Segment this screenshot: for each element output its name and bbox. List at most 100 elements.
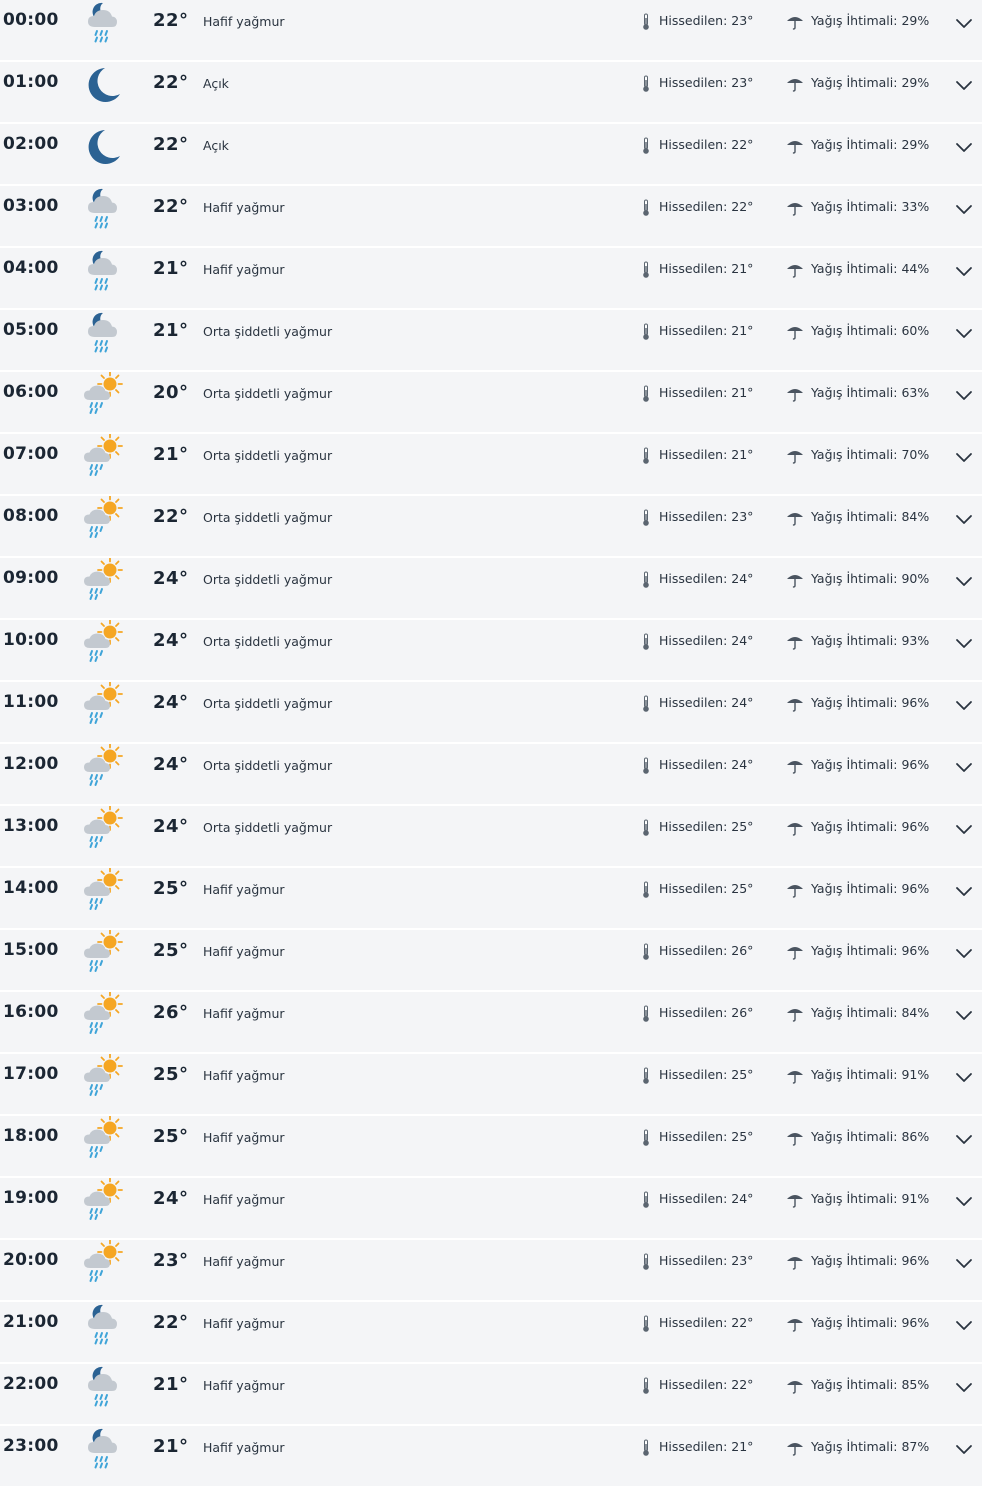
hourly-row-2200[interactable]: 22:00 21° Hafif yağmur Hissedilen: 22° Y… — [0, 1364, 982, 1424]
chevron-down-icon[interactable] — [955, 821, 973, 834]
chevron-down-icon[interactable] — [955, 1069, 973, 1082]
chevron-down-icon[interactable] — [955, 15, 973, 28]
hourly-row-1300[interactable]: 13:00 24° Orta şiddetli yağmur Hissedile… — [0, 806, 982, 866]
day-rain-icon — [79, 434, 129, 480]
chevron-down-icon[interactable] — [955, 263, 973, 276]
hourly-row-0300[interactable]: 03:00 22° Hafif yağmur Hissedilen: 22° Y… — [0, 186, 982, 246]
rain-chance: Yağış İhtimali: 29% — [811, 137, 929, 152]
rain-chance-value: 44% — [901, 261, 930, 276]
chevron-down-icon[interactable] — [955, 387, 973, 400]
chevron-down-icon[interactable] — [955, 1007, 973, 1020]
chevron-down-icon[interactable] — [955, 139, 973, 152]
chevron-down-icon[interactable] — [955, 883, 973, 896]
rain-chance: Yağış İhtimali: 96% — [811, 757, 929, 772]
umbrella-icon — [786, 1440, 804, 1456]
feels-like: Hissedilen: 25° — [659, 1129, 753, 1144]
feels-like-value: 24° — [731, 1191, 754, 1206]
feels-like-label: Hissedilen: — [659, 1315, 728, 1330]
feels-like-label: Hissedilen: — [659, 1067, 728, 1082]
hour-condition: Orta şiddetli yağmur — [203, 386, 333, 401]
umbrella-icon — [786, 386, 804, 402]
hourly-row-0200[interactable]: 02:00 22° Açık Hissedilen: 22° Yağış İht… — [0, 124, 982, 184]
hourly-row-0700[interactable]: 07:00 21° Orta şiddetli yağmur Hissedile… — [0, 434, 982, 494]
thermometer-icon — [642, 199, 650, 217]
hourly-row-2300[interactable]: 23:00 21° Hafif yağmur Hissedilen: 21° Y… — [0, 1426, 982, 1486]
hour-temperature: 22° — [153, 72, 189, 93]
hourly-row-0500[interactable]: 05:00 21° Orta şiddetli yağmur Hissedile… — [0, 310, 982, 370]
rain-chance-label: Yağış İhtimali: — [811, 881, 898, 896]
chevron-down-icon[interactable] — [955, 511, 973, 524]
hourly-row-0100[interactable]: 01:00 22° Açık Hissedilen: 23° Yağış İht… — [0, 62, 982, 122]
chevron-down-icon[interactable] — [955, 759, 973, 772]
night-rain-icon — [79, 1302, 129, 1348]
feels-like-value: 24° — [731, 571, 754, 586]
hourly-row-0000[interactable]: 00:00 22° Hafif yağmur Hissedilen: 23° Y… — [0, 0, 982, 60]
chevron-down-icon[interactable] — [955, 201, 973, 214]
umbrella-icon — [786, 262, 804, 278]
feels-like: Hissedilen: 24° — [659, 695, 753, 710]
feels-like-value: 24° — [731, 633, 754, 648]
hourly-row-0800[interactable]: 08:00 22° Orta şiddetli yağmur Hissedile… — [0, 496, 982, 556]
day-rain-icon — [79, 930, 129, 976]
rain-chance-value: 96% — [901, 757, 930, 772]
hour-condition: Orta şiddetli yağmur — [203, 696, 333, 711]
hourly-row-1100[interactable]: 11:00 24° Orta şiddetli yağmur Hissedile… — [0, 682, 982, 742]
feels-like-label: Hissedilen: — [659, 447, 728, 462]
chevron-down-icon[interactable] — [955, 945, 973, 958]
hour-time: 00:00 — [3, 10, 59, 30]
rain-chance-value: 90% — [901, 571, 930, 586]
chevron-down-icon[interactable] — [955, 697, 973, 710]
rain-chance-label: Yağış İhtimali: — [811, 13, 898, 28]
hourly-row-0400[interactable]: 04:00 21° Hafif yağmur Hissedilen: 21° Y… — [0, 248, 982, 308]
hour-temperature: 25° — [153, 1064, 189, 1085]
hour-temperature: 22° — [153, 1312, 189, 1333]
chevron-down-icon[interactable] — [955, 1131, 973, 1144]
hourly-row-1700[interactable]: 17:00 25° Hafif yağmur Hissedilen: 25° Y… — [0, 1054, 982, 1114]
chevron-down-icon[interactable] — [955, 1317, 973, 1330]
rain-chance-value: 91% — [901, 1191, 930, 1206]
hour-temperature: 22° — [153, 134, 189, 155]
thermometer-icon — [642, 1005, 650, 1023]
hourly-row-1500[interactable]: 15:00 25° Hafif yağmur Hissedilen: 26° Y… — [0, 930, 982, 990]
hourly-row-1600[interactable]: 16:00 26° Hafif yağmur Hissedilen: 26° Y… — [0, 992, 982, 1052]
rain-chance-value: 96% — [901, 1253, 930, 1268]
feels-like-value: 22° — [731, 137, 754, 152]
hourly-row-1000[interactable]: 10:00 24° Orta şiddetli yağmur Hissedile… — [0, 620, 982, 680]
chevron-down-icon[interactable] — [955, 1379, 973, 1392]
rain-chance-label: Yağış İhtimali: — [811, 1377, 898, 1392]
hourly-row-2100[interactable]: 21:00 22° Hafif yağmur Hissedilen: 22° Y… — [0, 1302, 982, 1362]
rain-chance: Yağış İhtimali: 29% — [811, 13, 929, 28]
chevron-down-icon[interactable] — [955, 449, 973, 462]
rain-chance-value: 84% — [901, 509, 930, 524]
chevron-down-icon[interactable] — [955, 77, 973, 90]
feels-like-value: 23° — [731, 509, 754, 524]
chevron-down-icon[interactable] — [955, 635, 973, 648]
rain-chance: Yağış İhtimali: 84% — [811, 1005, 929, 1020]
hourly-row-0600[interactable]: 06:00 20° Orta şiddetli yağmur Hissedile… — [0, 372, 982, 432]
rain-chance-label: Yağış İhtimali: — [811, 943, 898, 958]
thermometer-icon — [642, 881, 650, 899]
hourly-row-0900[interactable]: 09:00 24° Orta şiddetli yağmur Hissedile… — [0, 558, 982, 618]
feels-like: Hissedilen: 21° — [659, 1439, 753, 1454]
thermometer-icon — [642, 137, 650, 155]
hourly-row-1900[interactable]: 19:00 24° Hafif yağmur Hissedilen: 24° Y… — [0, 1178, 982, 1238]
chevron-down-icon[interactable] — [955, 325, 973, 338]
chevron-down-icon[interactable] — [955, 573, 973, 586]
feels-like-label: Hissedilen: — [659, 13, 728, 28]
thermometer-icon — [642, 695, 650, 713]
chevron-down-icon[interactable] — [955, 1193, 973, 1206]
hourly-row-1200[interactable]: 12:00 24° Orta şiddetli yağmur Hissedile… — [0, 744, 982, 804]
hour-condition: Hafif yağmur — [203, 1068, 285, 1083]
chevron-down-icon[interactable] — [955, 1255, 973, 1268]
chevron-down-icon[interactable] — [955, 1441, 973, 1454]
rain-chance-value: 96% — [901, 943, 930, 958]
rain-chance: Yağış İhtimali: 93% — [811, 633, 929, 648]
hourly-row-1800[interactable]: 18:00 25° Hafif yağmur Hissedilen: 25° Y… — [0, 1116, 982, 1176]
umbrella-icon — [786, 1254, 804, 1270]
day-rain-icon — [79, 992, 129, 1038]
rain-chance-label: Yağış İhtimali: — [811, 509, 898, 524]
hourly-row-1400[interactable]: 14:00 25° Hafif yağmur Hissedilen: 25° Y… — [0, 868, 982, 928]
hourly-row-2000[interactable]: 20:00 23° Hafif yağmur Hissedilen: 23° Y… — [0, 1240, 982, 1300]
hour-temperature: 24° — [153, 568, 189, 589]
feels-like-value: 21° — [731, 323, 754, 338]
